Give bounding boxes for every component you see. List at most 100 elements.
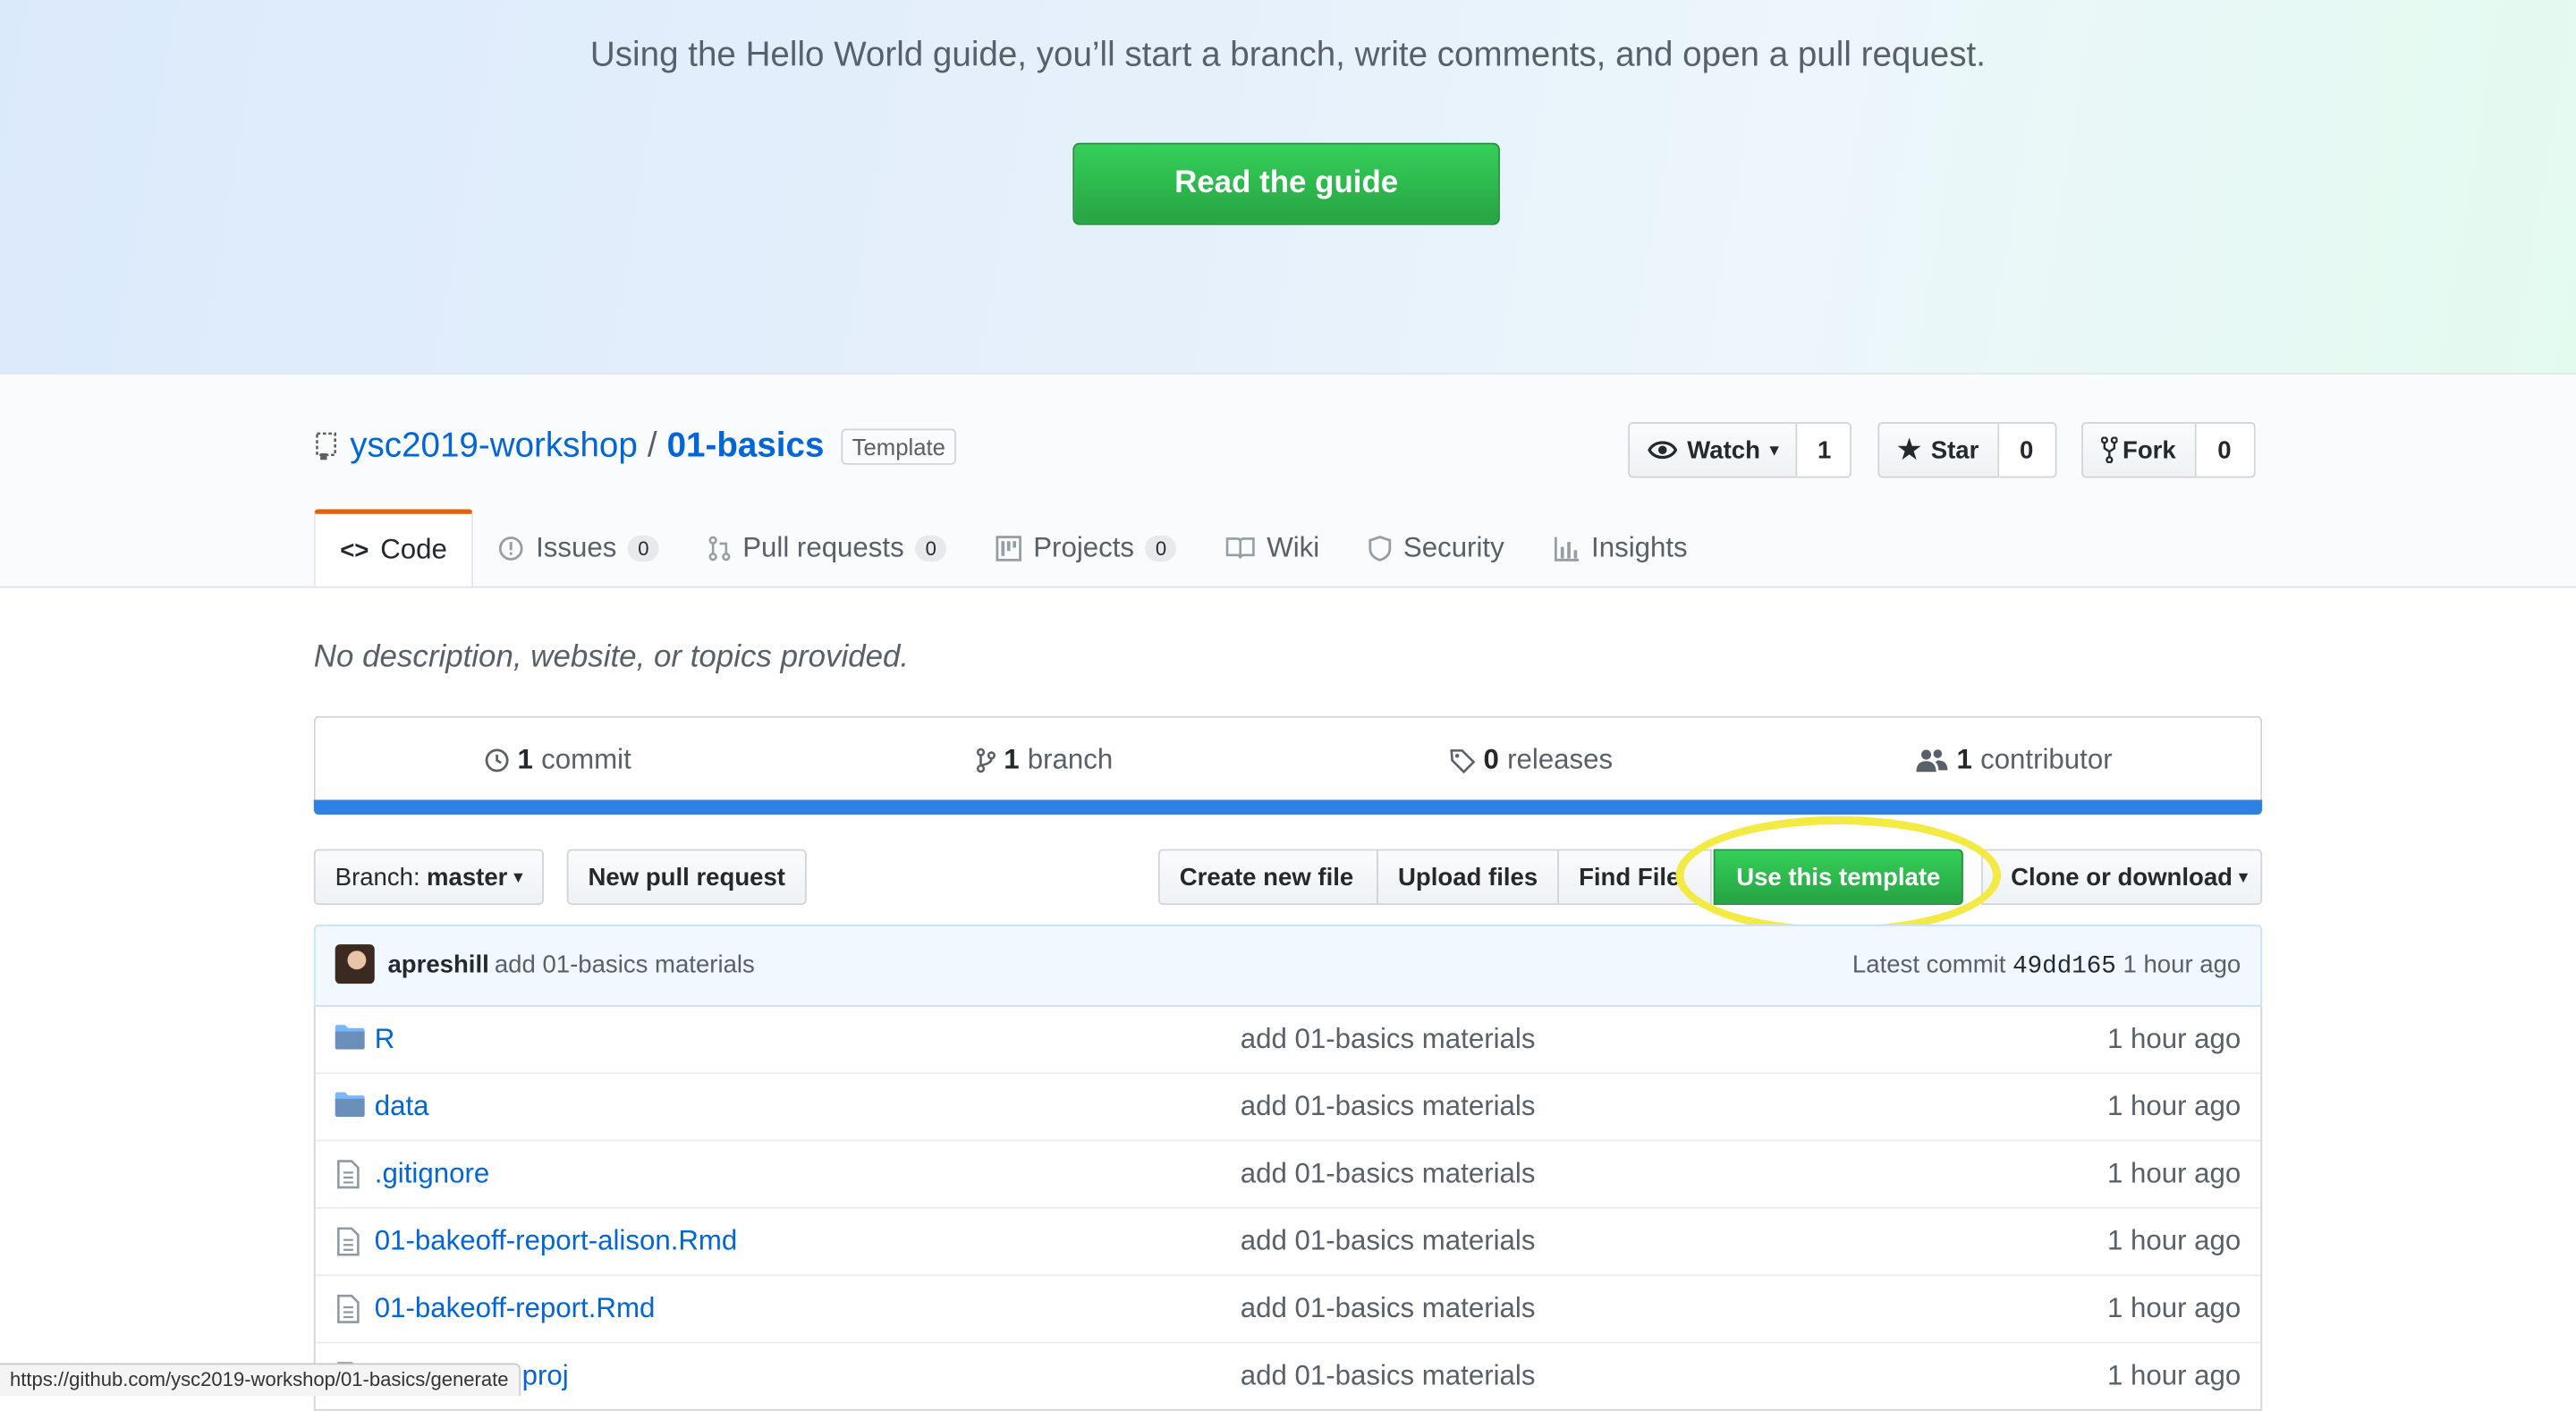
branch-prefix: Branch:: [335, 863, 420, 891]
tab-pull-requests-label: Pull requests: [742, 531, 904, 563]
language-bar: [313, 799, 2263, 815]
template-repo-icon: [314, 432, 340, 461]
list-item: R add 01-basics materials 1 hour ago: [316, 1007, 2261, 1072]
file-commit-message[interactable]: add 01-basics materials: [1241, 1023, 1536, 1056]
watch-button[interactable]: Watch ▾: [1628, 422, 1799, 478]
file-name-link[interactable]: data: [375, 1091, 429, 1124]
pull-request-icon: [708, 535, 732, 561]
tag-icon: [1449, 748, 1476, 774]
repo-header: ysc2019-workshop / 01-basics Template Wa…: [0, 374, 2576, 588]
tab-issues-label: Issues: [536, 531, 617, 563]
commits-link[interactable]: 1 commit: [483, 744, 631, 777]
clone-label: Clone or download: [2011, 863, 2233, 891]
file-commit-message[interactable]: add 01-basics materials: [1241, 1292, 1536, 1325]
pull-requests-counter: 0: [915, 534, 946, 562]
use-this-template-button[interactable]: Use this template: [1713, 849, 1963, 906]
path-separator: /: [647, 427, 657, 465]
star-group: ★ Star 0: [1877, 422, 2056, 478]
commit-sha[interactable]: 49dd165: [2012, 952, 2116, 980]
tab-insights-label: Insights: [1591, 531, 1688, 563]
clone-or-download-button[interactable]: Clone or download ▾: [1981, 849, 2263, 906]
project-icon: [996, 535, 1021, 561]
file-name-link[interactable]: .gitignore: [375, 1158, 489, 1191]
projects-counter: 0: [1145, 534, 1177, 562]
file-age: 1 hour ago: [2106, 1090, 2241, 1122]
clone-group: Clone or download ▾: [1981, 849, 2263, 906]
latest-commit-label: Latest commit: [1852, 951, 2006, 979]
repo-title: ysc2019-workshop / 01-basics Template: [314, 427, 957, 467]
file-age: 1 hour ago: [2106, 1359, 2241, 1391]
status-bar-url: https://github.com/ysc2019-workshop/01-b…: [0, 1363, 521, 1397]
caret-down-icon: ▾: [2239, 867, 2248, 886]
create-new-file-button[interactable]: Create new file: [1157, 849, 1378, 906]
file-commit-message[interactable]: add 01-basics materials: [1241, 1360, 1536, 1393]
eye-icon: [1648, 440, 1678, 460]
contributors-label: contributor: [1980, 744, 2113, 775]
list-item: 01-bakeoff-report-alison.Rmd add 01-basi…: [315, 1206, 2261, 1274]
file-name-link[interactable]: R: [375, 1023, 395, 1056]
commit-message[interactable]: add 01-basics materials: [495, 951, 755, 978]
issue-icon: [498, 535, 524, 561]
commit-age: 1 hour ago: [2123, 951, 2241, 979]
read-guide-button[interactable]: Read the guide: [1072, 142, 1500, 225]
file-commit-message[interactable]: add 01-basics materials: [1241, 1225, 1536, 1258]
file-commit-message[interactable]: add 01-basics materials: [1241, 1091, 1536, 1124]
find-file-button[interactable]: Find File: [1557, 849, 1712, 906]
branch-select-button[interactable]: Branch: master ▾: [313, 849, 544, 906]
commits-label: commit: [541, 744, 631, 775]
branches-label: branch: [1027, 744, 1114, 775]
list-item: 01-bakeoff-report.Rmd add 01-basics mate…: [315, 1274, 2261, 1341]
tab-insights[interactable]: Insights: [1529, 509, 1712, 586]
shield-icon: [1368, 535, 1392, 561]
avatar[interactable]: [335, 944, 375, 984]
file-icon: [335, 1227, 361, 1264]
watch-label: Watch: [1687, 435, 1760, 464]
star-button[interactable]: ★ Star: [1877, 422, 1999, 478]
welcome-banner: Using the Hello World guide, you’ll star…: [0, 0, 2576, 375]
page: Using the Hello World guide, you’ll star…: [0, 0, 2576, 1411]
file-list: R add 01-basics materials 1 hour ago dat…: [313, 1006, 2263, 1411]
tab-wiki[interactable]: Wiki: [1201, 509, 1344, 586]
contributors-count: 1: [1956, 744, 1972, 775]
file-actions-group: Create new file Upload files Find File: [1157, 849, 1712, 906]
branches-count: 1: [1004, 744, 1020, 775]
people-icon: [1916, 748, 1949, 773]
template-group: Use this template: [1713, 849, 1963, 906]
star-count[interactable]: 0: [1998, 422, 2056, 478]
watch-count[interactable]: 1: [1798, 422, 1852, 478]
contributors-link[interactable]: 1 contributor: [1916, 744, 2113, 777]
file-name-link[interactable]: 01-bakeoff-report-alison.Rmd: [375, 1225, 738, 1258]
commits-count: 1: [517, 744, 533, 775]
file-name-link[interactable]: 01-bakeoff-report.Rmd: [375, 1292, 656, 1325]
tab-projects[interactable]: Projects 0: [970, 509, 1200, 586]
new-pull-request-button[interactable]: New pull request: [566, 849, 807, 906]
commit-author[interactable]: apreshill: [387, 951, 488, 978]
repo-name-link[interactable]: 01-basics: [667, 427, 825, 467]
latest-commit-bar: apreshill add 01-basics materials Latest…: [313, 925, 2263, 1007]
folder-icon: [335, 1092, 365, 1125]
fork-button[interactable]: Fork: [2081, 422, 2196, 478]
repo-description: No description, website, or topics provi…: [313, 640, 910, 675]
file-icon: [335, 1294, 361, 1331]
branches-link[interactable]: 1 branch: [976, 744, 1113, 777]
list-item: data add 01-basics materials 1 hour ago: [315, 1072, 2261, 1139]
tab-code[interactable]: <> Code: [313, 509, 474, 587]
file-age: 1 hour ago: [2106, 1225, 2241, 1257]
book-icon: [1225, 537, 1255, 560]
fork-icon: [2101, 436, 2118, 463]
tab-issues[interactable]: Issues 0: [473, 509, 683, 586]
upload-files-button[interactable]: Upload files: [1377, 849, 1560, 906]
issues-counter: 0: [628, 534, 659, 562]
caret-down-icon: ▾: [513, 867, 522, 886]
tab-security-label: Security: [1402, 531, 1504, 563]
tab-security[interactable]: Security: [1344, 509, 1529, 586]
fork-group: Fork 0: [2081, 422, 2255, 478]
releases-link[interactable]: 0 releases: [1449, 744, 1613, 777]
fork-count[interactable]: 0: [2195, 422, 2255, 478]
star-icon: ★: [1897, 436, 1921, 465]
tab-pull-requests[interactable]: Pull requests 0: [683, 509, 970, 586]
file-commit-message[interactable]: add 01-basics materials: [1241, 1158, 1536, 1191]
repo-owner-link[interactable]: ysc2019-workshop: [350, 427, 638, 467]
tab-code-label: Code: [380, 533, 447, 565]
file-age: 1 hour ago: [2106, 1157, 2241, 1189]
